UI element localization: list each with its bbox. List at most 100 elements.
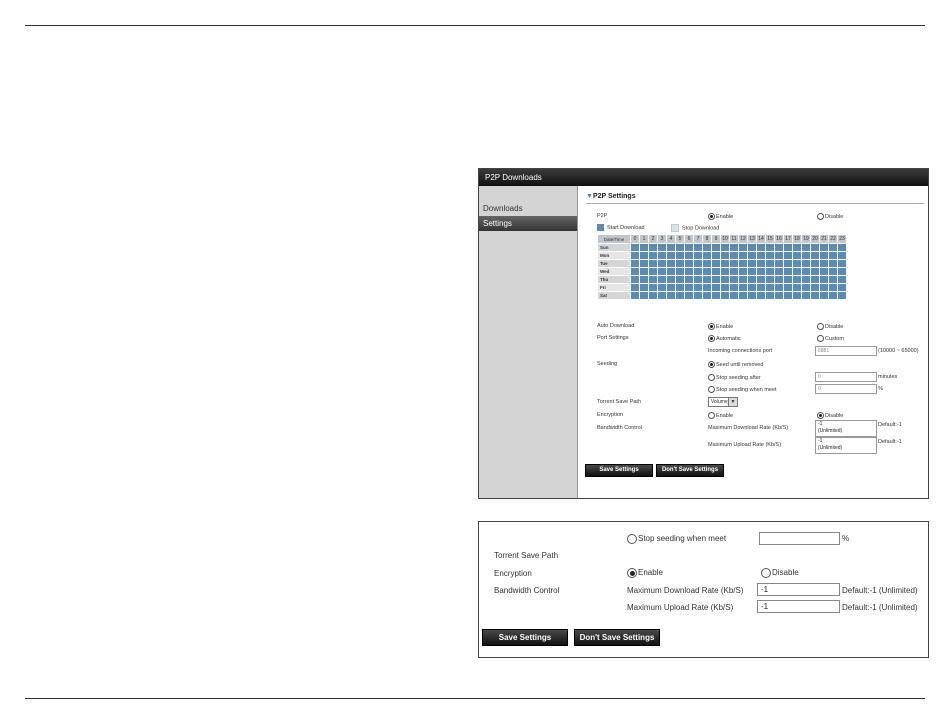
encryption-disable-option[interactable]: Disable: [817, 412, 843, 419]
schedule-cell[interactable]: [775, 292, 783, 299]
schedule-cell[interactable]: [838, 252, 846, 259]
schedule-cell[interactable]: [793, 284, 801, 291]
schedule-cell[interactable]: [766, 252, 774, 259]
schedule-cell[interactable]: [658, 244, 666, 251]
dont-save-settings-button[interactable]: Don't Save Settings: [574, 629, 660, 646]
schedule-cell[interactable]: [667, 244, 675, 251]
stop-seeding-meet-option[interactable]: Stop seeding when meet: [708, 386, 777, 393]
schedule-cell[interactable]: [811, 276, 819, 283]
encryption-enable-option[interactable]: Enable: [627, 568, 663, 578]
schedule-cell[interactable]: [712, 276, 720, 283]
schedule-cell[interactable]: [694, 284, 702, 291]
seeding-ratio-input[interactable]: [759, 532, 840, 545]
radio-selected-icon[interactable]: [817, 412, 824, 419]
schedule-cell[interactable]: [739, 244, 747, 251]
schedule-cell[interactable]: [703, 252, 711, 259]
schedule-cell[interactable]: [802, 276, 810, 283]
schedule-cell[interactable]: [649, 244, 657, 251]
schedule-cell[interactable]: [703, 284, 711, 291]
schedule-cell[interactable]: [775, 284, 783, 291]
schedule-cell[interactable]: [694, 276, 702, 283]
schedule-cell[interactable]: [703, 292, 711, 299]
schedule-cell[interactable]: [838, 292, 846, 299]
schedule-cell[interactable]: [658, 284, 666, 291]
schedule-cell[interactable]: [667, 276, 675, 283]
schedule-cell[interactable]: [649, 252, 657, 259]
schedule-cell[interactable]: [712, 268, 720, 275]
schedule-cell[interactable]: [775, 260, 783, 267]
schedule-cell[interactable]: [685, 268, 693, 275]
schedule-cell[interactable]: [676, 252, 684, 259]
radio-icon[interactable]: [817, 335, 824, 342]
schedule-cell[interactable]: [757, 260, 765, 267]
save-settings-button[interactable]: Save Settings: [482, 629, 568, 646]
schedule-cell[interactable]: [757, 284, 765, 291]
schedule-cell[interactable]: [703, 268, 711, 275]
schedule-cell[interactable]: [757, 244, 765, 251]
schedule-cell[interactable]: [820, 284, 828, 291]
schedule-cell[interactable]: [640, 268, 648, 275]
schedule-cell[interactable]: [784, 252, 792, 259]
radio-selected-icon[interactable]: [708, 323, 715, 330]
port-custom-option[interactable]: Custom: [817, 335, 844, 342]
schedule-cell[interactable]: [640, 284, 648, 291]
schedule-cell[interactable]: [730, 244, 738, 251]
schedule-cell[interactable]: [730, 268, 738, 275]
schedule-cell[interactable]: [730, 292, 738, 299]
schedule-cell[interactable]: [757, 268, 765, 275]
schedule-cell[interactable]: [766, 284, 774, 291]
schedule-cell[interactable]: [802, 260, 810, 267]
schedule-cell[interactable]: [793, 276, 801, 283]
schedule-cell[interactable]: [658, 260, 666, 267]
schedule-cell[interactable]: [748, 260, 756, 267]
radio-icon[interactable]: [817, 213, 824, 220]
schedule-cell[interactable]: [631, 244, 639, 251]
schedule-cell[interactable]: [838, 284, 846, 291]
schedule-cell[interactable]: [757, 252, 765, 259]
max-download-rate-input[interactable]: -1 (Unlimited): [815, 420, 877, 437]
schedule-cell[interactable]: [658, 252, 666, 259]
schedule-cell[interactable]: [802, 268, 810, 275]
schedule-cell[interactable]: [676, 260, 684, 267]
schedule-cell[interactable]: [658, 268, 666, 275]
schedule-cell[interactable]: [631, 276, 639, 283]
schedule-cell[interactable]: [712, 260, 720, 267]
schedule-cell[interactable]: [640, 260, 648, 267]
schedule-cell[interactable]: [802, 252, 810, 259]
schedule-cell[interactable]: [784, 276, 792, 283]
schedule-cell[interactable]: [694, 268, 702, 275]
radio-selected-icon[interactable]: [708, 361, 715, 368]
schedule-cell[interactable]: [811, 244, 819, 251]
schedule-cell[interactable]: [667, 292, 675, 299]
schedule-cell[interactable]: [712, 292, 720, 299]
schedule-cell[interactable]: [748, 284, 756, 291]
schedule-cell[interactable]: [766, 292, 774, 299]
schedule-cell[interactable]: [721, 292, 729, 299]
schedule-cell[interactable]: [649, 284, 657, 291]
schedule-cell[interactable]: [829, 244, 837, 251]
schedule-cell[interactable]: [703, 244, 711, 251]
schedule-cell[interactable]: [811, 292, 819, 299]
section-header[interactable]: ▼P2P Settings: [586, 193, 636, 200]
schedule-cell[interactable]: [838, 276, 846, 283]
schedule-cell[interactable]: [775, 276, 783, 283]
schedule-cell[interactable]: [838, 244, 846, 251]
schedule-cell[interactable]: [838, 260, 846, 267]
schedule-cell[interactable]: [649, 268, 657, 275]
schedule-cell[interactable]: [694, 260, 702, 267]
radio-selected-icon[interactable]: [708, 213, 715, 220]
schedule-cell[interactable]: [667, 260, 675, 267]
incoming-port-input[interactable]: 6881: [815, 346, 877, 356]
schedule-cell[interactable]: [820, 268, 828, 275]
schedule-cell[interactable]: [820, 276, 828, 283]
schedule-cell[interactable]: [739, 260, 747, 267]
dont-save-settings-button[interactable]: Don't Save Settings: [656, 464, 724, 477]
encryption-enable-option[interactable]: Enable: [708, 412, 733, 419]
chevron-down-icon[interactable]: ▼: [728, 398, 737, 406]
schedule-cell[interactable]: [811, 252, 819, 259]
p2p-enable-option[interactable]: Enable: [708, 213, 733, 220]
save-path-select[interactable]: Volume_1 ▼: [708, 397, 738, 407]
p2p-disable-option[interactable]: Disable: [817, 213, 843, 220]
schedule-cell[interactable]: [667, 268, 675, 275]
schedule-cell[interactable]: [631, 252, 639, 259]
